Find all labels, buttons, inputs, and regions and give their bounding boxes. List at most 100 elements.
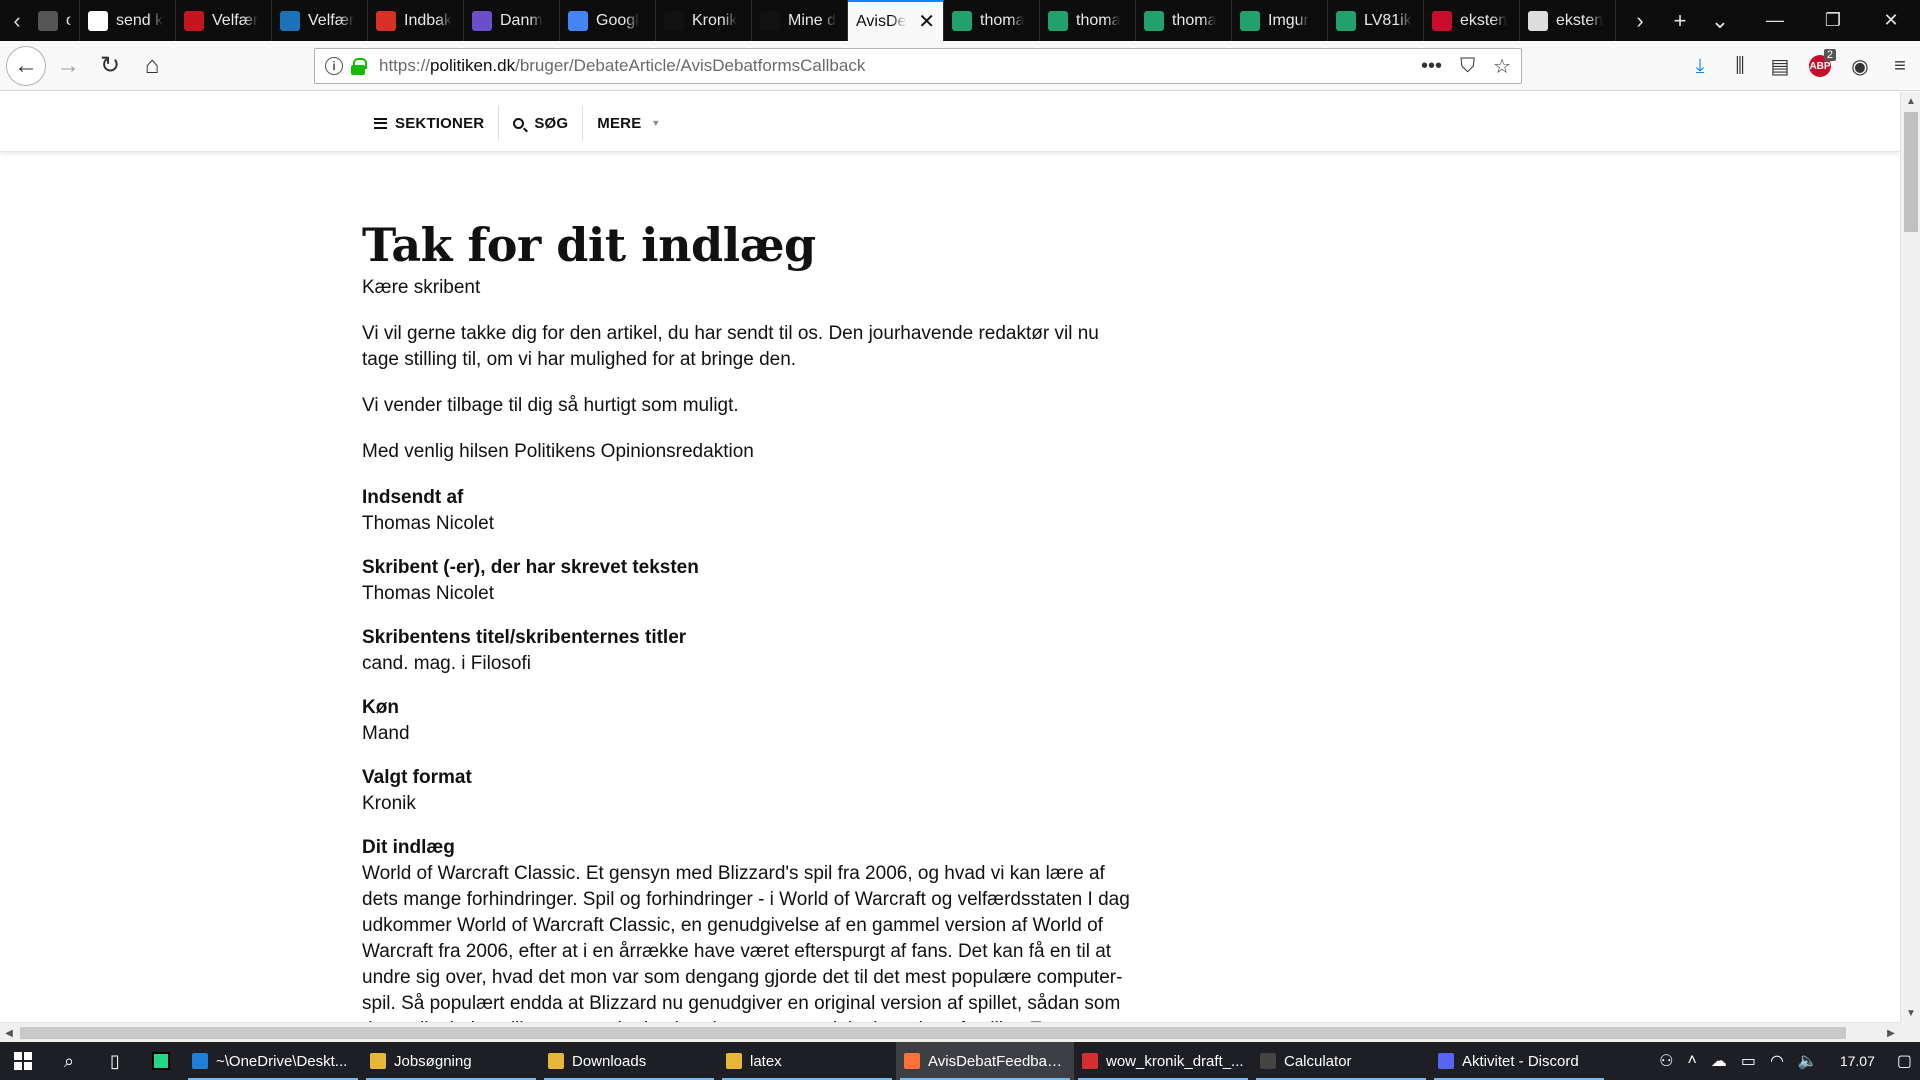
followup-paragraph: Vi vender tilbage til dig så hurtigt som…: [362, 395, 739, 416]
list-all-tabs-button[interactable]: ⌄: [1700, 8, 1740, 34]
tab-label: Velfær: [308, 11, 355, 29]
browser-tab[interactable]: eksten: [1520, 0, 1616, 41]
url-bar[interactable]: i https://politiken.dk/bruger/DebateArti…: [314, 48, 1522, 84]
taskbar-app[interactable]: Downloads: [540, 1042, 718, 1080]
downloads-icon[interactable]: ⤓: [1680, 46, 1720, 86]
taskbar-app-label: Jobsøgning: [394, 1052, 472, 1070]
scroll-up-arrow-icon[interactable]: ▲: [1901, 92, 1920, 110]
taskbar-app[interactable]: Aktivitet - Discord: [1430, 1042, 1608, 1080]
browser-tab[interactable]: Danm: [464, 0, 560, 41]
sidebar-icon[interactable]: ▤: [1760, 46, 1800, 86]
browser-tab[interactable]: eksten: [1424, 0, 1520, 41]
browser-tab[interactable]: Indbak: [368, 0, 464, 41]
horizontal-scrollbar[interactable]: ◀ ▶: [0, 1022, 1900, 1042]
tab-label: eksten: [1460, 11, 1508, 29]
start-button[interactable]: [0, 1042, 46, 1080]
scroll-down-arrow-icon[interactable]: ▼: [1901, 1004, 1920, 1022]
menu-icon[interactable]: ≡: [1880, 46, 1920, 86]
adblock-icon[interactable]: ABP 2: [1800, 46, 1840, 86]
field-label: Skribentens titel/skribenternes titler: [362, 627, 687, 648]
greeting: Kære skribent: [362, 277, 481, 298]
browser-tab[interactable]: thoma: [944, 0, 1040, 41]
vertical-scroll-thumb[interactable]: [1904, 112, 1918, 232]
tab-strip: ‹ oyc send k Velfær Velfær Indbak Danm Googl Kr…: [0, 0, 1920, 41]
taskbar-app-label: Downloads: [572, 1052, 647, 1070]
sections-menu-button[interactable]: SEKTIONER: [362, 106, 500, 140]
h-logo-icon: [280, 10, 300, 31]
window-controls: — ❐ ✕: [1746, 0, 1920, 41]
reply-icon: [1336, 10, 1356, 31]
search-button[interactable]: SØG: [499, 106, 584, 140]
action-center-icon[interactable]: ▢: [1897, 1051, 1912, 1071]
clock[interactable]: 17.07: [1832, 1053, 1883, 1069]
browser-tab[interactable]: Velfær: [176, 0, 272, 41]
account-icon[interactable]: ◉: [1840, 46, 1880, 86]
taskbar-app[interactable]: Calculator: [1252, 1042, 1430, 1080]
battery-icon[interactable]: ▭: [1741, 1051, 1756, 1071]
url-path: /bruger/DebateArticle/AvisDebatformsCall…: [515, 56, 866, 75]
browser-tab[interactable]: LV81ik: [1328, 0, 1424, 41]
browser-tab[interactable]: Googl: [560, 0, 656, 41]
task-view-icon[interactable]: ▯: [92, 1042, 138, 1080]
scroll-right-arrow-icon[interactable]: ▶: [1882, 1023, 1900, 1043]
vertical-scrollbar[interactable]: ▲ ▼: [1900, 92, 1920, 1022]
library-icon[interactable]: ⫼: [1720, 46, 1760, 86]
reply-icon: [1048, 10, 1068, 31]
url-actions: ••• ⛉ ☆: [1421, 54, 1511, 79]
more-label: MERE: [597, 114, 642, 132]
close-window-button[interactable]: ✕: [1862, 10, 1920, 31]
system-tray: ⚇ ˄ ☁ ▭ ◠ 🔈 17.07 ▢: [1659, 1042, 1920, 1080]
search-icon[interactable]: ⌕: [46, 1042, 92, 1080]
field-label: Køn: [362, 697, 399, 718]
horizontal-scroll-thumb[interactable]: [20, 1027, 1846, 1039]
restore-button[interactable]: ❐: [1804, 10, 1862, 31]
field-value: Thomas Nicolet: [362, 583, 494, 604]
page-actions-icon[interactable]: •••: [1421, 55, 1442, 78]
search-icon: [513, 117, 525, 129]
show-hidden-icons-icon[interactable]: ˄: [1687, 1052, 1696, 1070]
navigation-toolbar: ← → ↻ ⌂ i https://politiken.dk/bruger/De…: [0, 41, 1920, 91]
taskbar-app[interactable]: Jobsøgning: [362, 1042, 540, 1080]
browser-tab[interactable]: AvisDe ✕: [848, 0, 944, 41]
new-tab-button[interactable]: +: [1660, 8, 1700, 34]
adblock-badge: 2: [1823, 49, 1836, 61]
taskbar-app[interactable]: latex: [718, 1042, 896, 1080]
pocket-icon[interactable]: ⛉: [1460, 55, 1475, 78]
forward-button[interactable]: →: [48, 46, 88, 86]
browser-tab[interactable]: thoma: [1136, 0, 1232, 41]
more-menu-button[interactable]: MERE ▼: [583, 106, 674, 140]
field-titles: Skribentens titel/skribenternes titler c…: [362, 625, 1132, 677]
site-info-icon[interactable]: i: [325, 57, 343, 75]
tab-label: Googl: [596, 11, 639, 29]
browser-tab[interactable]: send k: [80, 0, 176, 41]
browser-tab[interactable]: Kronik: [656, 0, 752, 41]
scroll-tabs-right-button[interactable]: ›: [1620, 8, 1660, 34]
pycharm-icon[interactable]: [138, 1042, 184, 1080]
site-header: SEKTIONER SØG MERE ▼: [0, 92, 1900, 152]
scroll-left-arrow-icon[interactable]: ◀: [0, 1023, 18, 1043]
browser-tab[interactable]: Velfær: [272, 0, 368, 41]
lock-icon[interactable]: [351, 58, 367, 75]
taskbar-app[interactable]: ~\OneDrive\Deskt...: [184, 1042, 362, 1080]
field-label: Skribent (-er), der har skrevet teksten: [362, 557, 699, 578]
field-value: Thomas Nicolet: [362, 513, 494, 534]
back-button[interactable]: ←: [6, 45, 46, 86]
close-tab-icon[interactable]: ✕: [918, 9, 935, 34]
browser-tab[interactable]: Mine d: [752, 0, 848, 41]
v-logo-icon: [184, 10, 204, 31]
minimize-button[interactable]: —: [1746, 10, 1804, 31]
scroll-tabs-left-button[interactable]: ‹: [0, 0, 34, 41]
home-button[interactable]: ⌂: [132, 46, 172, 86]
browser-tab[interactable]: Imgur: [1232, 0, 1328, 41]
wifi-icon[interactable]: ◠: [1770, 1051, 1784, 1071]
volume-icon[interactable]: 🔈: [1798, 1051, 1818, 1071]
taskbar-app[interactable]: AvisDebatFeedbac...: [896, 1042, 1074, 1080]
bookmark-star-icon[interactable]: ☆: [1493, 54, 1511, 79]
taskbar-app[interactable]: wow_kronik_draft_...: [1074, 1042, 1252, 1080]
reload-button[interactable]: ↻: [90, 46, 130, 86]
people-icon[interactable]: ⚇: [1659, 1051, 1673, 1071]
browser-tab[interactable]: oyc: [34, 0, 80, 41]
browser-tab[interactable]: thoma: [1040, 0, 1136, 41]
url-host: politiken.dk: [430, 56, 516, 75]
onedrive-icon[interactable]: ☁: [1711, 1051, 1727, 1071]
